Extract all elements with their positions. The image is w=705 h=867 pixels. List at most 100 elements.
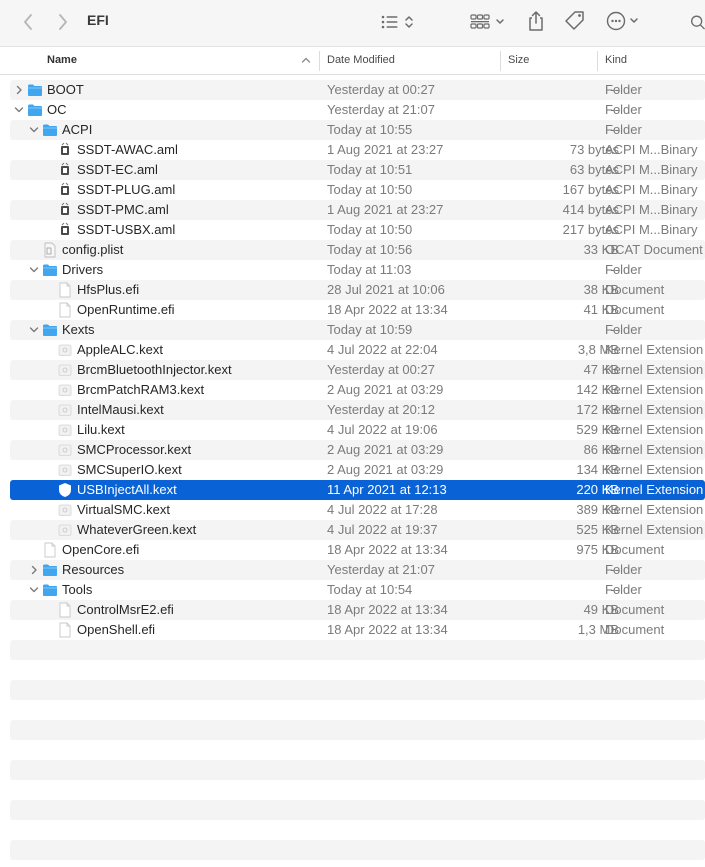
file-name[interactable]: BrcmPatchRAM3.kext [77,382,204,397]
file-row[interactable]: OpenRuntime.efi 18 Apr 2022 at 13:34 41 KB… [10,300,705,320]
disclosure-expanded-icon[interactable] [29,324,39,336]
file-row[interactable]: SMCProcessor.kext 2 Aug 2021 at 03:29 86 K… [10,440,705,460]
ellipsis-icon[interactable] [606,11,642,31]
file-kind: OCAT Document [605,242,703,257]
kext-icon [57,382,73,398]
disclosure-expanded-icon[interactable] [29,124,39,136]
file-row[interactable]: config.plist Today at 10:56 33 KB OCAT Docu… [10,240,705,260]
share-icon[interactable] [526,9,546,33]
file-name[interactable]: Tools [62,582,92,597]
file-row[interactable]: SSDT-AWAC.aml 1 Aug 2021 at 23:27 73 bytes… [10,140,705,160]
file-row[interactable]: OpenShell.efi 18 Apr 2022 at 13:34 1,3 MB D… [10,620,705,640]
file-kind: ACPI M...Binary [605,222,698,237]
file-size: -- [610,102,619,117]
file-size: 38 KB [583,282,619,297]
file-row[interactable]: IntelMausi.kext Yesterday at 20:12 172 KB K… [10,400,705,420]
file-name[interactable]: Drivers [62,262,103,277]
file-kind: Document [605,542,665,557]
file-name[interactable]: HfsPlus.efi [77,282,139,297]
file-name[interactable]: SSDT-PLUG.aml [77,182,175,197]
disclosure-collapsed-icon[interactable] [14,84,24,96]
file-name[interactable]: ControlMsrE2.efi [77,602,174,617]
file-kind: Kernel Extension [605,422,704,437]
file-row[interactable]: Resources Yesterday at 21:07 -- Folder [10,560,705,580]
file-row[interactable]: OC Yesterday at 21:07 -- Folder [10,100,705,120]
file-row[interactable]: OpenCore.efi 18 Apr 2022 at 13:34 975 KB Do… [10,540,705,560]
file-kind: ACPI M...Binary [605,162,698,177]
file-name[interactable]: VirtualSMC.kext [77,502,170,517]
chevron-left-icon[interactable] [20,12,36,32]
column-name[interactable]: Name [47,54,77,66]
file-row[interactable]: Lilu.kext 4 Jul 2022 at 19:06 529 KB Kernel… [10,420,705,440]
column-divider[interactable] [597,51,598,71]
file-row[interactable]: USBInjectAll.kext 11 Apr 2021 at 12:13 220… [10,480,705,500]
list-view-icon[interactable] [380,12,418,32]
date-modified: 28 Jul 2021 at 10:06 [327,282,445,297]
file-name[interactable]: OpenRuntime.efi [77,302,175,317]
file-name[interactable]: IntelMausi.kext [77,402,164,417]
file-name[interactable]: config.plist [62,242,123,257]
file-name[interactable]: Lilu.kext [77,422,125,437]
file-kind: ACPI M...Binary [605,142,698,157]
file-name[interactable]: BrcmBluetoothInjector.kext [77,362,232,377]
kext-icon [57,362,73,378]
file-row[interactable]: Drivers Today at 11:03 -- Folder [10,260,705,280]
file-size: 134 KB [576,462,619,477]
file-row[interactable]: AppleALC.kext 4 Jul 2022 at 22:04 3,8 MB Ke… [10,340,705,360]
date-modified: 18 Apr 2022 at 13:34 [327,302,448,317]
file-row[interactable]: ControlMsrE2.efi 18 Apr 2022 at 13:34 49 K… [10,600,705,620]
file-row[interactable]: Kexts Today at 10:59 -- Folder [10,320,705,340]
file-row[interactable]: BOOT Yesterday at 00:27 -- Folder [10,80,705,100]
file-row[interactable]: SMCSuperIO.kext 2 Aug 2021 at 03:29 134 KB… [10,460,705,480]
tag-icon[interactable] [564,10,586,32]
file-name[interactable]: WhateverGreen.kext [77,522,196,537]
column-divider[interactable] [319,51,320,71]
column-date-modified[interactable]: Date Modified [327,54,395,66]
file-row[interactable]: SSDT-EC.aml Today at 10:51 63 bytes ACPI M.… [10,160,705,180]
file-name[interactable]: OpenShell.efi [77,622,155,637]
file-name[interactable]: SSDT-USBX.aml [77,222,175,237]
file-row[interactable]: SSDT-PMC.aml 1 Aug 2021 at 23:27 414 bytes… [10,200,705,220]
file-row[interactable]: BrcmBluetoothInjector.kext Yesterday at 0… [10,360,705,380]
file-name[interactable]: AppleALC.kext [77,342,163,357]
file-name[interactable]: OpenCore.efi [62,542,139,557]
file-name[interactable]: ACPI [62,122,92,137]
aml-file-icon [57,142,73,158]
disclosure-expanded-icon[interactable] [29,584,39,596]
file-size: 172 KB [576,402,619,417]
file-row[interactable]: HfsPlus.efi 28 Jul 2021 at 10:06 38 KB Docu… [10,280,705,300]
kext-icon [57,482,73,498]
file-name[interactable]: SMCProcessor.kext [77,442,191,457]
file-name[interactable]: Resources [62,562,124,577]
file-name[interactable]: USBInjectAll.kext [77,482,177,497]
file-name[interactable]: OC [47,102,67,117]
file-row[interactable]: SSDT-PLUG.aml Today at 10:50 167 bytes ACPI… [10,180,705,200]
file-row[interactable]: SSDT-USBX.aml Today at 10:50 217 bytes ACPI… [10,220,705,240]
chevron-right-icon[interactable] [55,12,71,32]
date-modified: Today at 10:59 [327,322,413,337]
column-size[interactable]: Size [508,54,529,66]
file-size: 41 KB [583,302,619,317]
date-modified: Today at 10:50 [327,222,413,237]
file-name[interactable]: SSDT-AWAC.aml [77,142,178,157]
disclosure-expanded-icon[interactable] [29,264,39,276]
disclosure-expanded-icon[interactable] [14,104,24,116]
file-row[interactable]: VirtualSMC.kext 4 Jul 2022 at 17:28 389 KB… [10,500,705,520]
file-name[interactable]: SMCSuperIO.kext [77,462,182,477]
file-name[interactable]: Kexts [62,322,95,337]
file-row[interactable]: Tools Today at 10:54 -- Folder [10,580,705,600]
date-modified: 18 Apr 2022 at 13:34 [327,542,448,557]
file-name[interactable]: SSDT-EC.aml [77,162,158,177]
file-row[interactable]: BrcmPatchRAM3.kext 2 Aug 2021 at 03:29 142… [10,380,705,400]
disclosure-collapsed-icon[interactable] [29,564,39,576]
search-icon[interactable] [690,12,705,32]
column-divider[interactable] [500,51,501,71]
column-kind[interactable]: Kind [605,54,627,66]
file-name[interactable]: BOOT [47,82,84,97]
group-grid-icon[interactable] [470,12,506,32]
file-size: -- [610,82,619,97]
file-name[interactable]: SSDT-PMC.aml [77,202,169,217]
file-row[interactable]: ACPI Today at 10:55 -- Folder [10,120,705,140]
file-row[interactable]: WhateverGreen.kext 4 Jul 2022 at 19:37 525… [10,520,705,540]
sort-ascending-icon[interactable] [301,55,311,68]
